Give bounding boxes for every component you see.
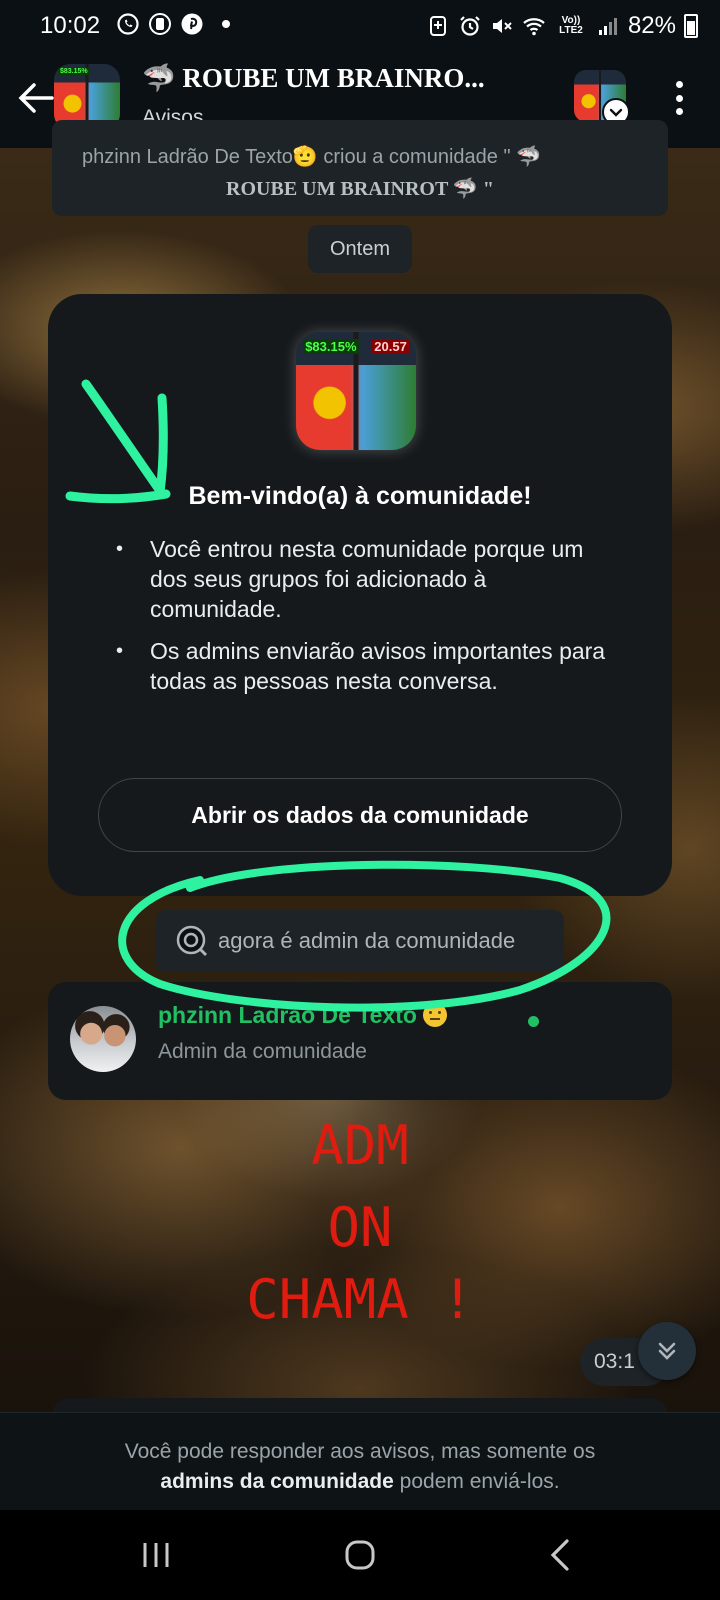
annotation-text-line2: ON (327, 1196, 393, 1259)
welcome-bullets: Você entrou nesta comunidade porque um d… (116, 534, 616, 708)
online-indicator (528, 1016, 539, 1027)
alarm-icon (460, 16, 480, 36)
welcome-bullet: Os admins enviarão avisos importantes pa… (116, 636, 616, 696)
system-message: agora é admin da comunidade (156, 910, 564, 972)
previous-message-line2: ROUBE UM BRAINROT 🦈 " (226, 178, 494, 200)
recents-icon (143, 1543, 169, 1567)
battery-saver-icon (429, 16, 446, 36)
thumb-badge-right: 20.57 (372, 339, 409, 355)
status-notification-icons (116, 12, 230, 36)
notification-icon (149, 13, 171, 35)
scroll-down-button[interactable] (638, 1322, 696, 1380)
admin-name-text: phzinn Ladrão De Texto (158, 1002, 417, 1028)
battery-icon (684, 14, 698, 38)
chat-title[interactable]: 🦈 ROUBE UM BRAINRO... (142, 62, 542, 94)
recents-button[interactable] (126, 1532, 186, 1578)
welcome-card: $83.15% 20.57 Bem-vindo(a) à comunidade!… (48, 294, 672, 896)
scroll-down-icon (658, 1342, 676, 1360)
back-arrow-icon[interactable] (12, 74, 60, 122)
welcome-bullet: Você entrou nesta comunidade porque um d… (116, 534, 616, 624)
thumb-badge-left: $83.15% (303, 339, 359, 355)
community-admin-icon (176, 925, 208, 957)
previous-message-line1: phzinn Ladrão De Texto🫡 criou a comunida… (82, 146, 542, 168)
status-more-dot (222, 20, 230, 28)
battery-percent: 82% (627, 12, 676, 39)
footer-notice: Você pode responder aos avisos, mas some… (0, 1412, 720, 1510)
saluting-face-emoji-icon (422, 1003, 447, 1027)
home-button[interactable] (330, 1532, 390, 1578)
signal-icon (598, 18, 617, 35)
footer-text-before: Você pode responder aos avisos, mas some… (124, 1440, 596, 1463)
pinterest-icon (181, 13, 203, 35)
chevron-down-icon (609, 108, 623, 117)
nav-back-icon (550, 1539, 569, 1571)
mute-icon (492, 19, 512, 33)
open-community-info-button[interactable]: Abrir os dados da comunidade (98, 778, 622, 852)
status-time: 10:02 (40, 12, 101, 39)
system-nav-bar (0, 1510, 720, 1600)
date-separator: Ontem (308, 225, 412, 273)
more-vert-icon[interactable] (664, 78, 694, 118)
nav-back-button[interactable] (530, 1532, 590, 1578)
thumb-badge-left: $83.15% (57, 67, 90, 75)
admin-card[interactable]: phzinn Ladrão De Texto Admin da comunida… (48, 982, 672, 1100)
admin-avatar[interactable] (70, 1006, 136, 1072)
wifi-icon (523, 18, 545, 36)
system-message-text: agora é admin da comunidade (218, 928, 516, 953)
home-icon (345, 1540, 375, 1570)
community-image: $83.15% 20.57 (296, 332, 416, 450)
network-label: Vo)) LTE2 (559, 15, 583, 36)
status-bar: 10:02 Vo)) LTE2 82% (0, 0, 720, 52)
welcome-title: Bem-vindo(a) à comunidade! (188, 482, 532, 510)
whatsapp-icon (117, 13, 139, 35)
annotation-text-line3: CHAMA ! (246, 1268, 474, 1331)
admin-role: Admin da comunidade (158, 1040, 367, 1063)
footer-text-after: podem enviá-los. (399, 1470, 560, 1493)
previous-message-bubble: phzinn Ladrão De Texto🫡 criou a comunida… (52, 120, 668, 216)
annotation-text-line1: ADM (311, 1114, 409, 1177)
footer-text-bold: admins da comunidade (160, 1470, 394, 1493)
admin-name: phzinn Ladrão De Texto (158, 1002, 447, 1029)
status-system-icons: Vo)) LTE2 82% (426, 12, 698, 40)
